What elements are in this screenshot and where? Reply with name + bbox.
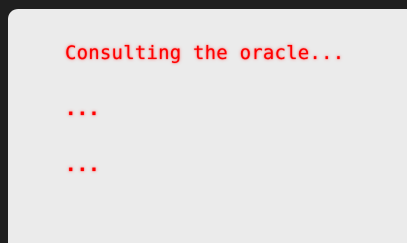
output-panel: Consulting the oracle... ... ... (8, 9, 407, 243)
ellipsis-line: ... (65, 154, 100, 176)
status-message: Consulting the oracle... (65, 42, 345, 64)
ellipsis-line: ... (65, 98, 100, 120)
